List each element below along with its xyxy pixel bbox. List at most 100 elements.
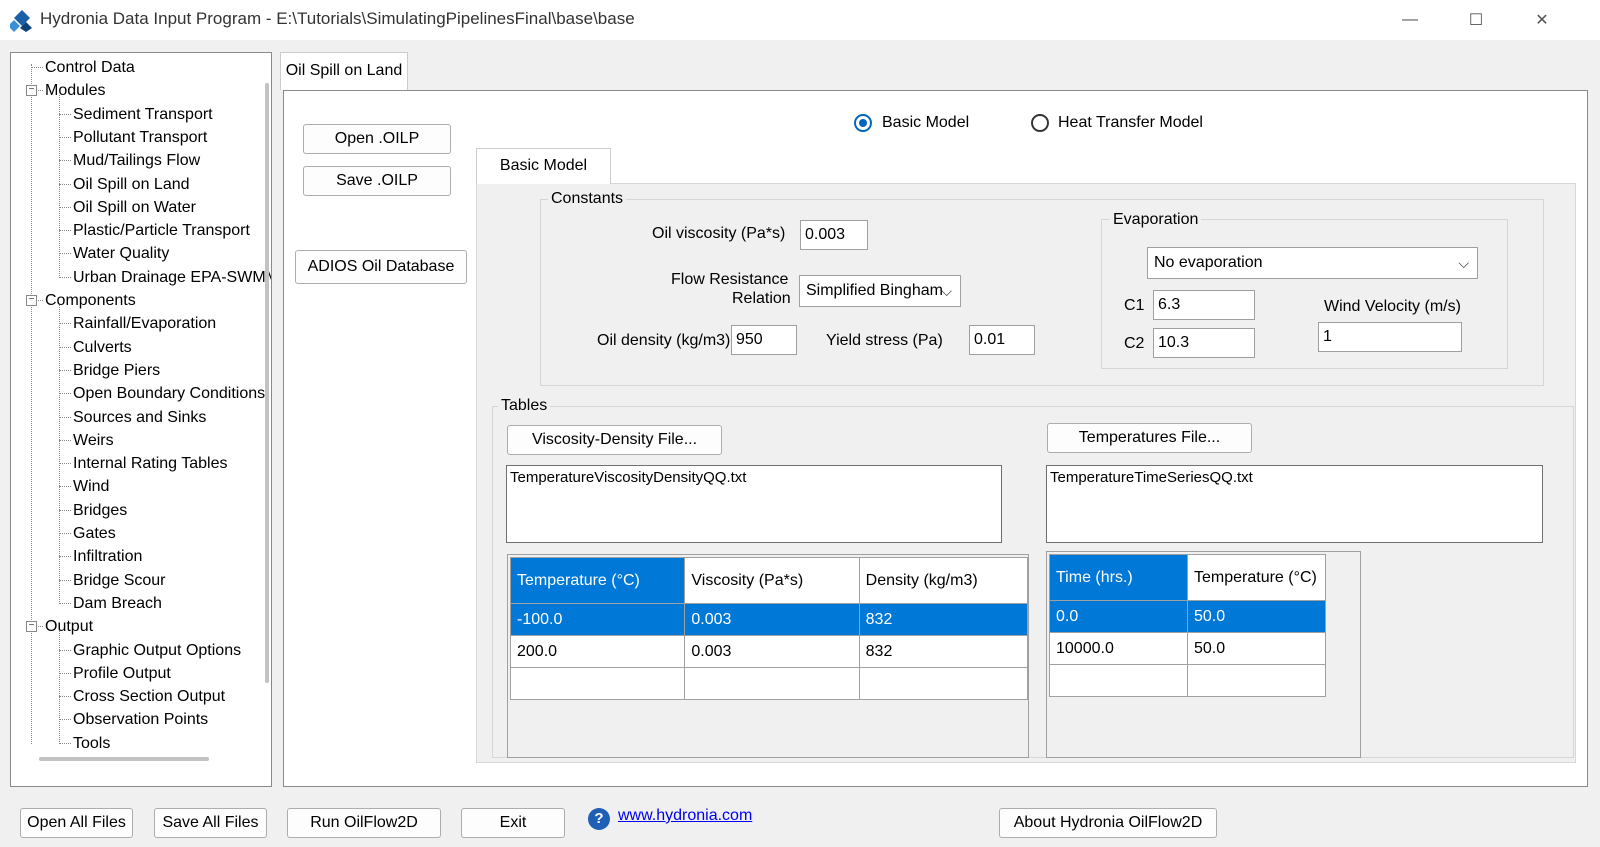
tree-item[interactable]: Wind	[73, 475, 109, 498]
tree-item[interactable]: Output	[45, 615, 93, 638]
tree-item[interactable]: Plastic/Particle Transport	[73, 219, 250, 242]
grid-cell[interactable]	[1187, 664, 1326, 697]
hydronia-website-link[interactable]: www.hydronia.com	[618, 807, 752, 825]
table-row[interactable]: 10000.0 50.0	[1049, 632, 1326, 665]
grid-cell[interactable]	[684, 667, 860, 700]
tree-item[interactable]: Oil Spill on Water	[73, 196, 196, 219]
basic-model-radio[interactable]	[854, 114, 872, 132]
tree-item[interactable]: Mud/Tailings Flow	[73, 149, 200, 172]
grid-cell[interactable]: 832	[858, 603, 1029, 636]
tree-connector-line	[31, 64, 32, 744]
viscosity-density-filename: TemperatureViscosityDensityQQ.txt	[510, 469, 747, 486]
tree-connector-line	[59, 206, 71, 208]
save-all-files-button[interactable]: Save All Files	[154, 808, 267, 838]
adios-oil-database-button[interactable]: ADIOS Oil Database	[295, 250, 467, 284]
tree-item[interactable]: Dam Breach	[73, 592, 162, 615]
viscosity-density-file-box[interactable]: TemperatureViscosityDensityQQ.txt	[506, 465, 1002, 543]
tree-item[interactable]: Cross Section Output	[73, 685, 225, 708]
grid-cell[interactable]	[509, 667, 686, 700]
grid-cell[interactable]	[858, 667, 1029, 700]
tree-connector-line	[59, 509, 71, 511]
c1-input[interactable]: 6.3	[1153, 290, 1255, 320]
tree-item[interactable]: Pollutant Transport	[73, 126, 207, 149]
grid-header-temperature[interactable]: Temperature (°C)	[509, 557, 686, 604]
wind-velocity-label: Wind Velocity (m/s)	[1324, 298, 1461, 315]
tree-item[interactable]: Internal Rating Tables	[73, 452, 227, 475]
tree-item[interactable]: Water Quality	[73, 242, 169, 265]
tree-horizontal-scrollbar[interactable]	[39, 757, 209, 761]
tree-item[interactable]: Weirs	[73, 429, 114, 452]
tree-item[interactable]: Tools	[73, 732, 110, 755]
tree-item[interactable]: Sources and Sinks	[73, 406, 206, 429]
grid-header-density[interactable]: Density (kg/m3)	[858, 557, 1029, 604]
grid-cell[interactable]: 10000.0	[1049, 632, 1188, 665]
grid-header-time[interactable]: Time (hrs.)	[1049, 554, 1188, 601]
oil-viscosity-input[interactable]: 0.003	[800, 220, 868, 250]
table-row[interactable]: 200.0 0.003 832	[509, 635, 1029, 668]
collapse-icon[interactable]: −	[26, 85, 37, 97]
minimize-button[interactable]: —	[1378, 4, 1442, 36]
grid-cell[interactable]: 0.003	[684, 603, 860, 636]
grid-cell[interactable]: 0.0	[1049, 600, 1188, 633]
flow-resistance-value: Simplified Bingham	[806, 282, 943, 299]
table-row[interactable]: 0.0 50.0	[1049, 600, 1326, 633]
tree-item[interactable]: Sediment Transport	[73, 103, 213, 126]
viscosity-density-file-button[interactable]: Viscosity-Density File...	[507, 425, 722, 455]
open-oilp-button[interactable]: Open .OILP	[303, 124, 451, 154]
run-oilflow2d-button[interactable]: Run OilFlow2D	[287, 808, 441, 838]
grid-cell[interactable]: 50.0	[1187, 632, 1326, 665]
c2-input[interactable]: 10.3	[1153, 328, 1255, 358]
tree-item[interactable]: Oil Spill on Land	[73, 173, 190, 196]
tree-vertical-scrollbar[interactable]	[265, 83, 269, 683]
grid-cell[interactable]: -100.0	[509, 603, 686, 636]
temperature-timeseries-grid: Time (hrs.) Temperature (°C) 0.0 50.0 10…	[1046, 551, 1361, 758]
heat-transfer-model-radio[interactable]	[1031, 114, 1049, 132]
temperatures-filename: TemperatureTimeSeriesQQ.txt	[1050, 469, 1253, 486]
tree-item[interactable]: Urban Drainage EPA-SWMM	[73, 266, 271, 289]
tree-item[interactable]: Modules	[45, 79, 105, 102]
save-oilp-button[interactable]: Save .OILP	[303, 166, 451, 196]
flow-resistance-select[interactable]: Simplified Bingham ⌵	[799, 275, 961, 307]
wind-velocity-input[interactable]: 1	[1318, 322, 1462, 352]
grid-header-viscosity[interactable]: Viscosity (Pa*s)	[684, 557, 860, 604]
maximize-button[interactable]: ☐	[1444, 4, 1508, 36]
collapse-icon[interactable]: −	[26, 295, 37, 306]
tree-item[interactable]: Rainfall/Evaporation	[73, 312, 216, 335]
temperatures-file-button[interactable]: Temperatures File...	[1047, 423, 1252, 453]
close-button[interactable]: ✕	[1510, 4, 1574, 36]
tree-item[interactable]: Bridge Piers	[73, 359, 160, 382]
tree-item[interactable]: Control Data	[45, 56, 135, 79]
chevron-down-icon: ⌵	[1458, 255, 1469, 271]
grid-cell[interactable]: 50.0	[1187, 600, 1326, 633]
table-row-empty[interactable]	[509, 667, 1029, 700]
tree-item[interactable]: Graphic Output Options	[73, 639, 241, 662]
tab-oil-spill-on-land[interactable]: Oil Spill on Land	[280, 52, 408, 90]
oil-density-input[interactable]: 950	[731, 325, 797, 355]
tree-item[interactable]: Bridges	[73, 499, 127, 522]
temperatures-file-box[interactable]: TemperatureTimeSeriesQQ.txt	[1046, 465, 1543, 543]
collapse-icon[interactable]: −	[26, 621, 37, 633]
grid-header-temperature[interactable]: Temperature (°C)	[1187, 554, 1326, 601]
tree-item[interactable]: Gates	[73, 522, 116, 545]
grid-cell[interactable]	[1049, 664, 1188, 697]
tree-item[interactable]: Culverts	[73, 336, 132, 359]
yield-stress-input[interactable]: 0.01	[969, 325, 1035, 355]
evaporation-select[interactable]: No evaporation ⌵	[1147, 247, 1478, 279]
about-hydronia-oilflow2d-button[interactable]: About Hydronia OilFlow2D	[999, 808, 1217, 838]
table-row[interactable]: -100.0 0.003 832	[509, 603, 1029, 636]
grid-cell[interactable]: 832	[858, 635, 1029, 668]
tree-item[interactable]: Profile Output	[73, 662, 171, 685]
grid-cell[interactable]: 0.003	[684, 635, 860, 668]
open-all-files-button[interactable]: Open All Files	[20, 808, 133, 838]
table-row-empty[interactable]	[1049, 664, 1326, 697]
tree-item[interactable]: Infiltration	[73, 545, 142, 568]
tables-legend: Tables	[498, 397, 551, 415]
tree-item[interactable]: Open Boundary Conditions	[73, 382, 265, 405]
tree-item[interactable]: Components	[45, 289, 136, 312]
tree-item[interactable]: Bridge Scour	[73, 569, 166, 592]
help-icon[interactable]: ?	[588, 808, 610, 830]
exit-button[interactable]: Exit	[461, 808, 565, 838]
tab-basic-model[interactable]: Basic Model	[476, 148, 611, 184]
grid-cell[interactable]: 200.0	[509, 635, 686, 668]
tree-item[interactable]: Observation Points	[73, 708, 208, 731]
